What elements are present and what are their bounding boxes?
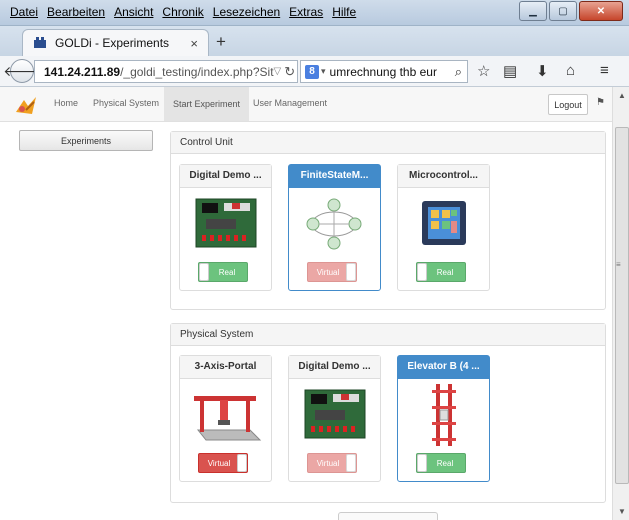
card-title: 3-Axis-Portal: [180, 356, 271, 379]
goldi-favicon-icon: [34, 37, 46, 48]
mode-toggle[interactable]: Real: [416, 262, 466, 282]
card-title: Digital Demo ...: [180, 165, 271, 188]
panel-title: Physical System: [171, 324, 605, 346]
3-axis-portal-icon: [194, 396, 262, 441]
vertical-scrollbar[interactable]: ▲ ≡ ▼: [612, 87, 629, 520]
menu-lesezeichen[interactable]: Lesezeichen: [213, 5, 280, 19]
card-digital-demo-ps[interactable]: Digital Demo ... Virtual: [288, 355, 381, 482]
menu-hilfe[interactable]: Hilfe: [332, 5, 356, 19]
navigation-bar: 🡐 141.24.211.89/_goldi_testing/index.php…: [0, 56, 629, 87]
menu-hamburger-icon[interactable]: ≡: [600, 62, 609, 79]
elevator-icon: [432, 384, 456, 446]
mode-toggle[interactable]: Virtual: [307, 262, 357, 282]
window-title-bar: Datei Bearbeiten Ansicht Chronik Lesezei…: [0, 0, 629, 26]
search-engine-dropdown-icon[interactable]: ▾: [321, 66, 326, 77]
card-title: Microcontrol...: [398, 165, 489, 188]
close-window-button[interactable]: ✕: [579, 1, 623, 21]
search-bar[interactable]: 8 ▾ umrechnung thb eur ⌕: [300, 60, 468, 83]
maximize-button[interactable]: ▢: [549, 1, 577, 21]
scroll-grip-icon: ≡: [616, 260, 621, 269]
experiments-button[interactable]: Experiments: [19, 130, 153, 151]
menu-chronik[interactable]: Chronik: [162, 5, 203, 19]
card-digital-demo-cu[interactable]: Digital Demo ... Real: [179, 164, 272, 291]
flag-icon[interactable]: ⚑: [596, 97, 605, 108]
mode-toggle[interactable]: Real: [198, 262, 248, 282]
goldi-logo-icon[interactable]: [14, 94, 38, 116]
scroll-thumb[interactable]: [615, 127, 629, 484]
physical-system-panel: Physical System 3-Axis-Portal Virtual Di…: [170, 323, 606, 503]
menu-bar: Datei Bearbeiten Ansicht Chronik Lesezei…: [10, 5, 356, 19]
reading-list-icon[interactable]: ▤: [503, 62, 517, 80]
url-dropdown-icon[interactable]: ▽: [274, 66, 285, 77]
menu-ansicht[interactable]: Ansicht: [114, 5, 153, 19]
tab-close-icon[interactable]: ×: [190, 36, 198, 51]
mode-toggle[interactable]: Virtual: [198, 453, 248, 473]
browser-tab[interactable]: GOLDi - Experiments ×: [22, 29, 209, 56]
url-bar[interactable]: 141.24.211.89/_goldi_testing/index.php?S…: [34, 60, 298, 83]
toggle-label: Virtual: [316, 458, 340, 468]
menu-bearbeiten[interactable]: Bearbeiten: [47, 5, 105, 19]
scroll-down-icon[interactable]: ▼: [618, 507, 626, 516]
nav-start-experiment[interactable]: Start Experiment: [164, 87, 250, 121]
nav-home[interactable]: Home: [54, 98, 78, 108]
circuit-board-icon: [304, 389, 366, 439]
minimize-button[interactable]: ▁: [519, 1, 547, 21]
web-content: Home Physical System Start Experiment Us…: [0, 87, 612, 520]
download-icon[interactable]: ⬇: [536, 62, 549, 80]
card-finite-state-machine[interactable]: FiniteStateM... Virtual: [288, 164, 381, 291]
panel-title: Control Unit: [171, 132, 605, 154]
control-unit-panel: Control Unit Digital Demo ... Real Finit…: [170, 131, 606, 310]
card-title: FiniteStateM...: [289, 165, 380, 188]
scroll-up-icon[interactable]: ▲: [618, 91, 626, 100]
toggle-label: Virtual: [207, 458, 231, 468]
back-button[interactable]: 🡐: [3, 59, 41, 83]
bottom-partial-element: [338, 512, 438, 520]
menu-datei[interactable]: Datei: [10, 5, 38, 19]
menu-extras[interactable]: Extras: [289, 5, 323, 19]
bookmark-star-icon[interactable]: ☆: [477, 62, 490, 80]
microcontroller-chip-icon: [422, 201, 466, 245]
tab-strip: GOLDi - Experiments × +: [0, 26, 629, 56]
card-elevator-b[interactable]: Elevator B (4 ... Real: [397, 355, 490, 482]
state-machine-diagram-icon: [306, 198, 362, 250]
card-microcontroller[interactable]: Microcontrol... Real: [397, 164, 490, 291]
card-3-axis-portal[interactable]: 3-Axis-Portal Virtual: [179, 355, 272, 482]
nav-physical-system[interactable]: Physical System: [93, 98, 159, 108]
url-host: 141.24.211.89: [44, 64, 121, 79]
toggle-label: Real: [436, 458, 454, 468]
logout-button[interactable]: Logout: [548, 94, 588, 115]
search-input[interactable]: umrechnung thb eur: [330, 65, 437, 79]
home-icon[interactable]: ⌂: [566, 62, 575, 79]
mode-toggle[interactable]: Virtual: [307, 453, 357, 473]
site-navbar: Home Physical System Start Experiment Us…: [0, 87, 612, 122]
new-tab-button[interactable]: +: [216, 32, 226, 52]
url-path: /_goldi_testing/index.php?Sit: [120, 64, 274, 79]
search-icon[interactable]: ⌕: [455, 64, 467, 80]
toggle-label: Real: [436, 267, 454, 277]
reload-icon[interactable]: ↻: [284, 64, 297, 80]
toggle-label: Real: [218, 267, 236, 277]
nav-user-management[interactable]: User Management: [253, 98, 327, 108]
circuit-board-icon: [195, 198, 257, 248]
card-title: Elevator B (4 ...: [398, 356, 489, 379]
card-title: Digital Demo ...: [289, 356, 380, 379]
search-engine-icon[interactable]: 8: [305, 64, 319, 79]
tab-title: GOLDi - Experiments: [55, 36, 170, 50]
toggle-label: Virtual: [316, 267, 340, 277]
mode-toggle[interactable]: Real: [416, 453, 466, 473]
